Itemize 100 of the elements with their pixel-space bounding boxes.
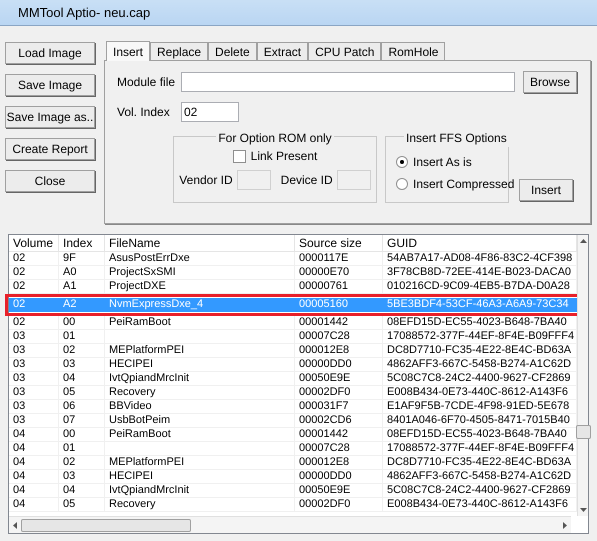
table-row[interactable]: 04 04 IvtQpiandMrcInit 00050E9E 5C08C7C8-24C2-4400-9627-CF2869 <box>9 484 577 498</box>
table-row[interactable]: 03 07 UsbBotPeim 00002CD6 8401A046-6F70-4505-8471-7015B40 <box>9 414 577 428</box>
table-row[interactable]: 03 02 MEPlatformPEI 000012E8 DC8D7710-FC35-4E22-8E4C-BD63A <box>9 344 577 358</box>
table-cell: 02 <box>59 456 105 469</box>
browse-button[interactable]: Browse <box>523 71 577 93</box>
tab[interactable]: Delete <box>208 42 257 60</box>
table-cell-text: 5BE3BDF4-53CF-46A3-A6A9-73C34 <box>386 298 570 312</box>
table-cell: 03 <box>9 330 59 343</box>
table-cell: 04 <box>9 470 59 483</box>
table-cell: 00000DD0 <box>295 358 383 371</box>
table-cell: HECIPEI <box>105 358 295 371</box>
table-cell-text: A2 <box>62 298 78 312</box>
table-row[interactable]: 04 01 00007C28 17088572-377F-44EF-8F4E-B09FFF4 <box>9 442 577 456</box>
horizontal-scrollbar[interactable] <box>9 516 571 533</box>
table-cell: 00 <box>59 316 105 329</box>
table-cell: 02 <box>9 252 59 265</box>
table-cell: 02 <box>9 280 59 293</box>
table-cell: ProjectDXE <box>105 280 295 293</box>
table-cell: 00007C28 <box>295 330 383 343</box>
table-cell: 0000117E <box>295 252 383 265</box>
table-cell: 04 <box>59 372 105 385</box>
table-cell: MEPlatformPEI <box>105 344 295 357</box>
tab[interactable]: Extract <box>256 42 308 60</box>
table-cell: 00000DD0 <box>295 470 383 483</box>
side-button[interactable]: Save Image <box>5 74 95 96</box>
radio-button[interactable] <box>396 156 408 168</box>
column-header[interactable]: FileName <box>105 235 295 251</box>
scroll-left-icon[interactable] <box>13 522 17 528</box>
table-cell: 00050E9E <box>295 372 383 385</box>
table-row[interactable]: 04 03 HECIPEI 00000DD0 4862AFF3-667C-5458-B274-A1C62D <box>9 470 577 484</box>
table-cell: 04 <box>59 484 105 497</box>
side-button[interactable]: Load Image <box>5 42 95 64</box>
table-cell: IvtQpiandMrcInit <box>105 484 295 497</box>
side-button[interactable]: Create Report <box>5 138 95 160</box>
column-header[interactable]: Index <box>59 235 105 251</box>
table-cell: 01 <box>59 330 105 343</box>
table-cell-text: 02 <box>12 298 26 312</box>
table-cell: 03 <box>9 386 59 399</box>
tab[interactable]: Replace <box>150 42 208 60</box>
side-button[interactable]: Save Image as.. <box>5 106 95 128</box>
table-cell: ProjectSxSMI <box>105 266 295 279</box>
table-row[interactable]: 02 9F AsusPostErrDxe 0000117E 54AB7A17-AD08-4F86-83C2-4CF398 <box>9 252 577 266</box>
table-cell: 01 <box>59 442 105 455</box>
vol-index-field[interactable]: 02 <box>181 102 239 122</box>
table-cell: 00 <box>59 428 105 441</box>
field-label: Vendor ID <box>179 172 233 189</box>
scroll-down-icon[interactable] <box>580 508 586 512</box>
scroll-thumb[interactable] <box>21 518 191 532</box>
insert-button[interactable]: Insert <box>519 179 573 201</box>
table-cell: A0 <box>59 266 105 279</box>
column-header[interactable]: Source size <box>295 235 383 251</box>
table-cell: 000012E8 <box>295 344 383 357</box>
module-file-field[interactable] <box>181 72 515 92</box>
table-cell: 000012E8 <box>295 456 383 469</box>
table-cell: HECIPEI <box>105 470 295 483</box>
table-cell-text: 00005160 <box>298 298 349 312</box>
side-button[interactable]: Close <box>5 170 95 192</box>
table-cell: 00002DF0 <box>295 498 383 511</box>
table-cell: 03 <box>9 344 59 357</box>
radio-button[interactable] <box>396 178 408 190</box>
table-cell: 03 <box>59 470 105 483</box>
table-row[interactable]: 03 06 BBVideo 000031F7 E1AF9F5B-7CDE-4F98-91ED-5E678 <box>9 400 577 414</box>
table-cell: 03 <box>9 372 59 385</box>
tab[interactable]: RomHole <box>381 42 446 60</box>
table-row[interactable]: 04 02 MEPlatformPEI 000012E8 DC8D7710-FC35-4E22-8E4C-BD63A <box>9 456 577 470</box>
tab[interactable]: Insert <box>106 41 150 61</box>
table-cell: 04 <box>9 498 59 511</box>
table-cell: 00000E70 <box>295 266 383 279</box>
table-row[interactable]: 02 A0 ProjectSxSMI 00000E70 3F78CB8D-72EE-414E-B023-DACA0 <box>9 266 577 280</box>
scroll-thumb[interactable] <box>576 425 590 439</box>
table-row[interactable]: 03 01 00007C28 17088572-377F-44EF-8F4E-B09FFF4 <box>9 330 577 344</box>
table-cell: 07 <box>59 414 105 427</box>
table-cell: Recovery <box>105 498 295 511</box>
scroll-up-icon[interactable] <box>580 239 586 243</box>
table-cell: 00050E9E <box>295 484 383 497</box>
table-cell: 03 <box>9 414 59 427</box>
table-row[interactable]: 04 00 PeiRamBoot 00001442 08EFD15D-EC55-4023-B648-7BA40 <box>9 428 577 442</box>
table-cell: 02 <box>59 344 105 357</box>
field-label: Device ID <box>280 172 333 189</box>
table-row[interactable]: 02 00 PeiRamBoot 00001442 08EFD15D-EC55-4023-B648-7BA40 <box>9 316 577 330</box>
table-row[interactable]: 03 03 HECIPEI 00000DD0 4862AFF3-667C-5458-B274-A1C62D <box>9 358 577 372</box>
checkbox[interactable] <box>232 150 246 162</box>
table-cell: 06 <box>59 400 105 413</box>
table-row[interactable]: 02 A1 ProjectDXE 00000761 010216CD-9C09-4EB5-B7DA-D0A28 <box>9 280 577 294</box>
table-cell: 04 <box>9 442 59 455</box>
table-cell: UsbBotPeim <box>105 414 295 427</box>
column-header[interactable]: Volume <box>9 235 59 251</box>
vertical-scrollbar[interactable] <box>577 235 588 516</box>
table-row[interactable]: 04 05 Recovery 00002DF0 E008B434-0E73-440C-8612-A143F6 <box>9 498 577 512</box>
radio-label: Insert As is <box>413 154 472 171</box>
table-cell: 03 <box>9 358 59 371</box>
table-cell: 04 <box>9 456 59 469</box>
table-row[interactable]: 03 04 IvtQpiandMrcInit 00050E9E 5C08C7C8-24C2-4400-9627-CF2869 <box>9 372 577 386</box>
table-cell: 9F <box>59 252 105 265</box>
table-cell: 00002CD6 <box>295 414 383 427</box>
table-cell: 05 <box>59 498 105 511</box>
table-row[interactable]: 03 05 Recovery 00002DF0 E008B434-0E73-440C-8612-A143F6 <box>9 386 577 400</box>
table-cell: 03 <box>59 358 105 371</box>
scroll-right-icon[interactable] <box>563 522 567 528</box>
tab[interactable]: CPU Patch <box>308 42 382 60</box>
